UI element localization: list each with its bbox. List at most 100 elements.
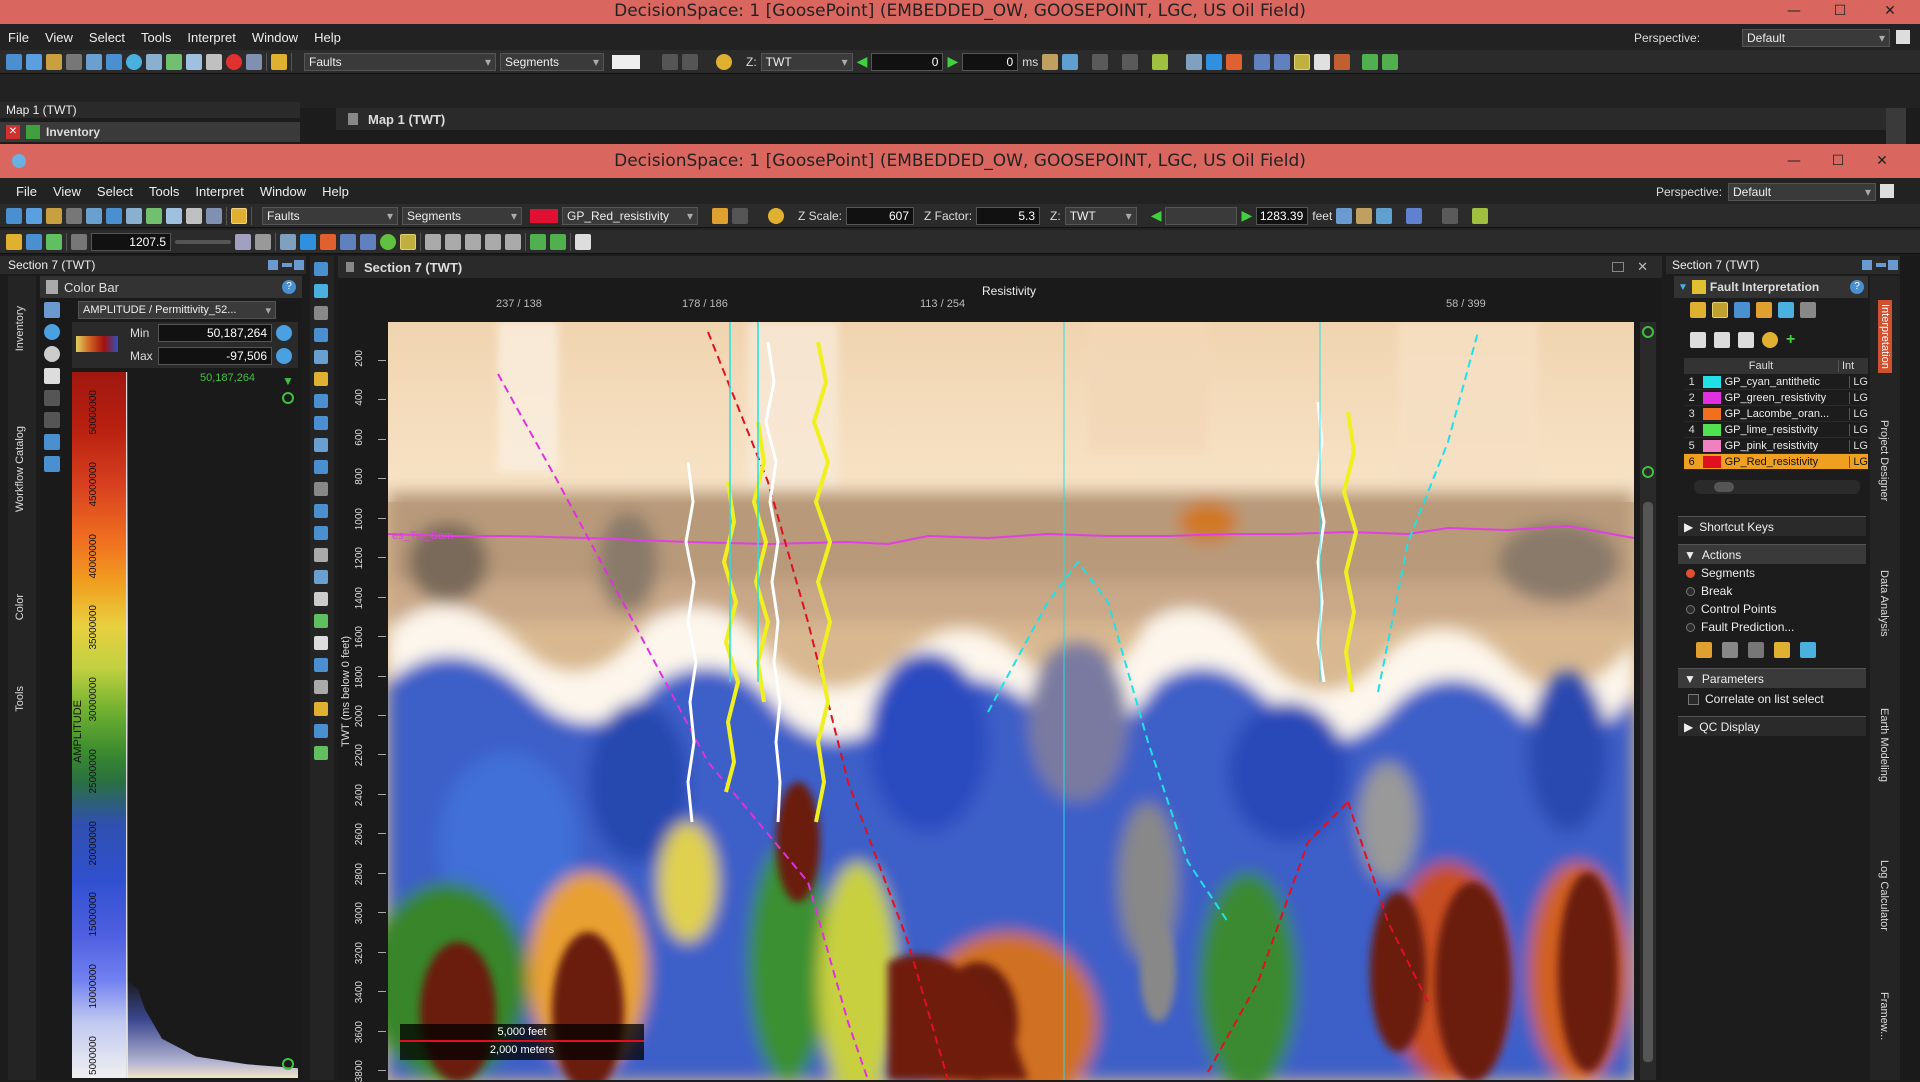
vtab-inventory[interactable]: Inventory [14, 306, 26, 351]
outer-close-button[interactable]: ✕ [1870, 0, 1910, 22]
vertical-tool-icon[interactable] [314, 504, 328, 518]
pick-icon[interactable] [86, 207, 102, 224]
window4-icon[interactable] [485, 233, 501, 250]
bookmark2-icon[interactable] [1122, 53, 1139, 70]
vtab-earth-modeling[interactable]: Earth Modeling [1878, 708, 1890, 782]
parameters-header[interactable]: ▼ Parameters [1678, 668, 1866, 688]
fault-tool-6-icon[interactable] [1800, 302, 1816, 318]
undo-icon[interactable] [44, 390, 60, 406]
dots2-icon[interactable] [360, 233, 376, 250]
undo-icon[interactable] [712, 207, 728, 224]
fault-table-scrollbar[interactable] [1694, 480, 1860, 494]
top-marker-icon[interactable]: ▼ [282, 374, 294, 388]
export-icon[interactable] [186, 207, 202, 224]
inner-menu-tools[interactable]: Tools [141, 184, 187, 199]
bookmark2-icon[interactable] [1442, 207, 1459, 224]
right-restore-icon[interactable] [1862, 260, 1872, 270]
outer-time-input-2[interactable]: 0 [962, 52, 1019, 71]
vertical-tool-icon[interactable] [314, 460, 328, 474]
inner-menu-help[interactable]: Help [314, 184, 357, 199]
bookmark-icon[interactable] [1092, 53, 1109, 70]
panel-minimize-icon[interactable] [282, 263, 292, 267]
fault-tool-5-icon[interactable] [1778, 302, 1794, 318]
action-fault-prediction[interactable]: Fault Prediction... [1678, 618, 1866, 636]
colorbar-attribute-combo[interactable]: AMPLITUDE / Permittivity_52... [78, 301, 276, 319]
new-icon[interactable] [6, 207, 22, 224]
outer-time-input-1[interactable]: 0 [871, 52, 944, 71]
collapse-icon[interactable]: ▼ [1678, 282, 1688, 293]
redo-icon[interactable] [732, 207, 748, 224]
bookmark-icon[interactable] [1406, 207, 1423, 224]
export-icon[interactable] [206, 53, 222, 70]
help-icon[interactable]: ? [1850, 280, 1864, 294]
vertical-tool-icon[interactable] [314, 614, 328, 628]
play-forward-icon[interactable]: ▶ [947, 53, 958, 70]
undo-icon[interactable] [662, 53, 678, 70]
vertical-tool-icon[interactable] [314, 284, 328, 298]
crosshair-icon[interactable] [1362, 53, 1379, 70]
bottom-zoom-icon[interactable] [282, 1058, 294, 1070]
inner-perspective-combo[interactable]: Default [1728, 183, 1876, 201]
frame2-icon[interactable] [1314, 53, 1331, 70]
inner-perspective-button[interactable] [1880, 184, 1894, 198]
qc-display-section[interactable]: ▶ QC Display [1678, 716, 1866, 736]
add-fault-icon[interactable]: + [1786, 331, 1795, 349]
outer-perspective-combo[interactable]: Default [1742, 29, 1890, 47]
ruler-icon[interactable] [106, 53, 122, 70]
checkbox[interactable] [1688, 693, 1699, 705]
sync-icon[interactable] [1062, 53, 1079, 70]
wells-icon[interactable] [575, 233, 591, 250]
correlate-option[interactable]: Correlate on list select [1678, 690, 1866, 708]
vertical-tool-icon[interactable] [314, 592, 328, 606]
scroll-thumb[interactable] [1643, 502, 1653, 1062]
play-forward-icon[interactable]: ▶ [1241, 207, 1252, 224]
window3-icon[interactable] [465, 233, 481, 250]
right-maximize-icon[interactable] [1888, 260, 1898, 270]
section-scrollbar[interactable] [1640, 322, 1656, 1080]
action-segments[interactable]: Segments [1678, 564, 1866, 582]
qc-display-header[interactable]: ▶ QC Display [1678, 716, 1866, 736]
chart-icon[interactable] [320, 233, 336, 250]
chart-icon[interactable] [1226, 53, 1243, 70]
vertical-tool-icon[interactable] [314, 350, 328, 364]
curve-icon[interactable] [46, 233, 62, 250]
open-icon[interactable] [26, 53, 42, 70]
sun-icon[interactable] [716, 53, 732, 70]
zoom-icon[interactable] [282, 392, 294, 404]
chart-bars-icon[interactable] [26, 233, 42, 250]
fault-cut-icon[interactable] [1774, 642, 1790, 658]
inner-close-button[interactable]: ✕ [1862, 144, 1902, 178]
radio[interactable] [1686, 586, 1695, 596]
vertical-tool-icon[interactable] [314, 570, 328, 584]
outer-minimize-button[interactable]: — [1774, 0, 1814, 22]
depth-input[interactable]: 1283.39 [1256, 206, 1309, 225]
play-back-icon[interactable]: ◀ [1151, 207, 1162, 224]
min-input[interactable]: 50,187,264 [158, 324, 272, 342]
radio-selected[interactable] [1686, 568, 1695, 578]
table-row[interactable]: 4 GP_lime_resistivity LG [1684, 422, 1868, 438]
shortcut-keys-header[interactable]: ▶ Shortcut Keys [1678, 516, 1866, 536]
frame-icon[interactable] [1294, 53, 1311, 70]
table-row[interactable]: 5 GP_pink_resistivity LG [1684, 438, 1868, 454]
vertical-tool-icon[interactable] [314, 416, 328, 430]
vertical-tool-icon[interactable] [314, 658, 328, 672]
outer-menu-view[interactable]: View [37, 30, 81, 45]
merge-icon[interactable] [44, 456, 60, 472]
inner-menu-file[interactable]: File [8, 184, 45, 199]
fault-tool-4-icon[interactable] [1756, 302, 1772, 318]
dots2-icon[interactable] [1274, 53, 1291, 70]
fault-swatch[interactable] [1703, 423, 1721, 436]
outer-color-swatch[interactable] [612, 54, 640, 69]
inner-minimize-button[interactable]: — [1774, 144, 1814, 178]
inner-type-combo[interactable]: Segments [402, 206, 522, 225]
vertical-tool-icon[interactable] [314, 746, 328, 760]
flower-icon[interactable] [380, 233, 396, 250]
record-icon[interactable] [226, 53, 242, 70]
list-icon[interactable] [1738, 332, 1754, 348]
table-row-selected[interactable]: 6 GP_Red_resistivity LG [1684, 454, 1868, 470]
copy-icon[interactable] [66, 53, 82, 70]
undo-action-icon[interactable] [1696, 642, 1712, 658]
vtab-framework[interactable]: Framew... [1878, 992, 1890, 1040]
zscale-input[interactable]: 607 [846, 206, 915, 225]
fault-swatch[interactable] [1703, 439, 1721, 452]
